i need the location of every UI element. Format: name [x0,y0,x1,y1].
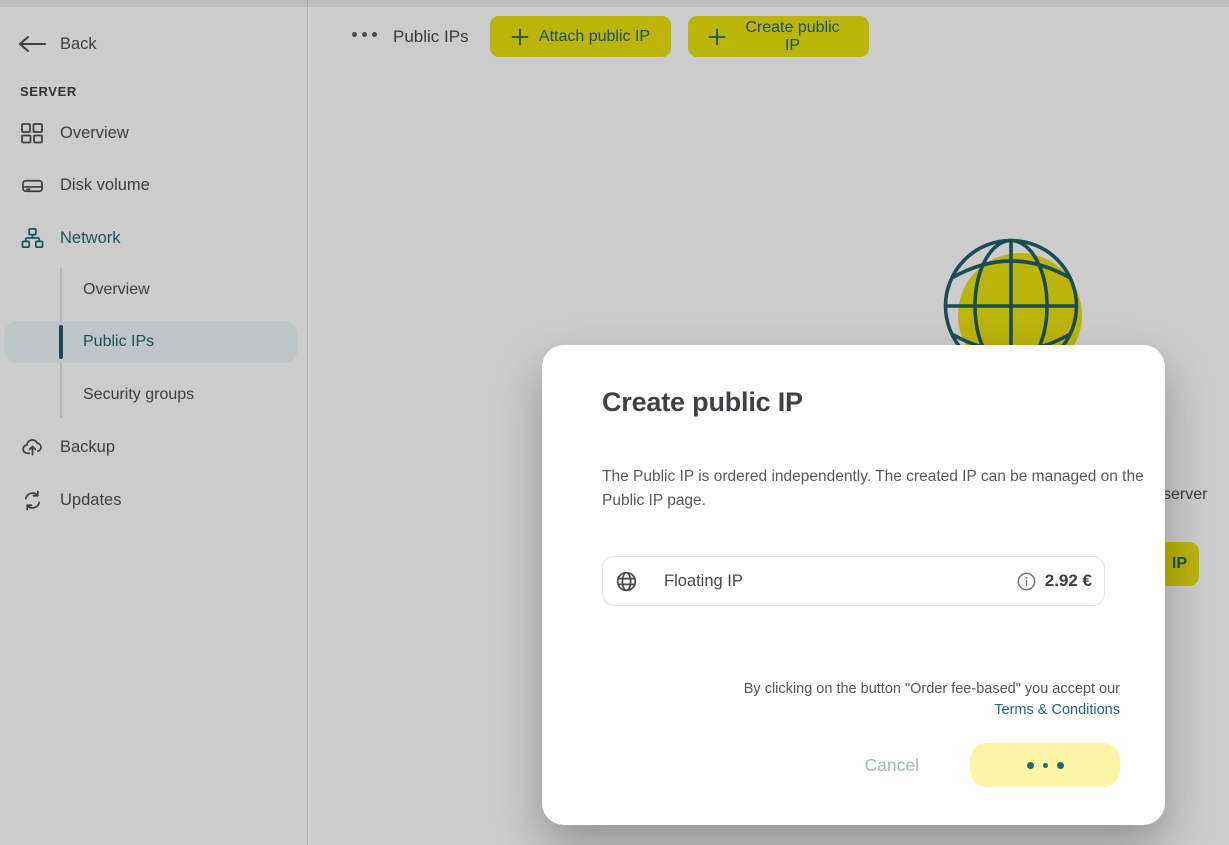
floating-ip-option[interactable]: Floating IP 2.92 € [602,556,1105,606]
dialog-title: Create public IP [602,387,803,418]
floating-ip-label: Floating IP [664,572,1017,591]
top-shadow [0,0,1229,7]
dialog-actions: Cancel [859,743,1120,787]
order-fee-based-button-loading[interactable] [970,743,1120,787]
price-value: 2.92 € [1045,571,1092,591]
terms-and-conditions-link[interactable]: Terms & Conditions [560,700,1120,721]
info-icon[interactable] [1017,572,1036,591]
loading-dots-icon [1027,762,1064,769]
dialog-description: The Public IP is ordered independently. … [602,465,1160,513]
create-public-ip-dialog: Create public IP The Public IP is ordere… [542,345,1165,825]
app-window: Back SERVER Overview Disk volume [0,0,1229,845]
cancel-button[interactable]: Cancel [859,754,925,777]
terms-notice: By clicking on the button "Order fee-bas… [560,679,1120,721]
globe-icon [615,570,638,593]
terms-text: By clicking on the button "Order fee-bas… [744,681,1120,697]
